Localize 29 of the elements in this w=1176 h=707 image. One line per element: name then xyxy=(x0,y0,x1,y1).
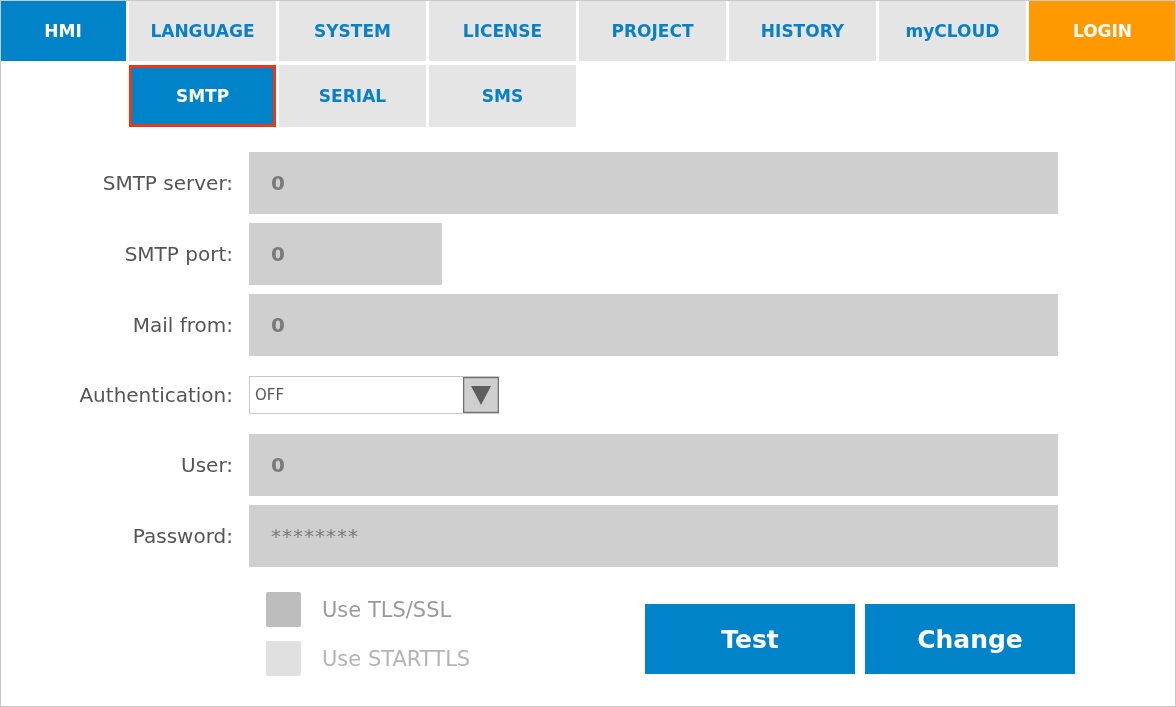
input-field[interactable]: 0 xyxy=(249,294,1058,356)
field-label: Authentication: xyxy=(78,383,234,407)
nav-tab[interactable]: PROJECT xyxy=(579,1,726,61)
dropdown-arrow-icon[interactable] xyxy=(463,377,499,413)
sub-tab[interactable]: SERIAL xyxy=(279,65,426,127)
nav-tab[interactable]: LOGIN xyxy=(1029,1,1175,61)
checkbox[interactable] xyxy=(266,592,301,627)
field-label: SMTP port: xyxy=(123,242,234,266)
field-label: Password: xyxy=(131,524,234,548)
action-button[interactable]: Change xyxy=(865,604,1075,674)
nav-tab[interactable]: SYSTEM xyxy=(279,1,426,61)
nav-tab[interactable]: LANGUAGE xyxy=(129,1,276,61)
input-field[interactable]: ******** xyxy=(249,505,1058,567)
field-label: User: xyxy=(180,453,234,477)
field-label: Mail from: xyxy=(131,313,234,337)
authentication-dropdown[interactable]: OFF xyxy=(249,376,499,414)
field-label: SMTP server: xyxy=(101,171,234,195)
checkbox-label: Use TLS/SSL xyxy=(322,597,452,622)
nav-tab[interactable]: HISTORY xyxy=(729,1,876,61)
input-field[interactable]: 0 xyxy=(249,223,442,285)
checkbox-label: Use STARTTLS xyxy=(322,646,471,671)
input-field[interactable]: 0 xyxy=(249,434,1058,496)
nav-tab[interactable]: LICENSE xyxy=(429,1,576,61)
sub-tab[interactable]: SMS xyxy=(429,65,576,127)
input-field[interactable]: 0 xyxy=(249,152,1058,214)
action-button[interactable]: Test xyxy=(645,604,855,674)
sub-tab[interactable]: SMTP xyxy=(129,65,276,127)
nav-tab[interactable]: HMI xyxy=(1,1,126,61)
nav-tab[interactable]: myCLOUD xyxy=(879,1,1026,61)
